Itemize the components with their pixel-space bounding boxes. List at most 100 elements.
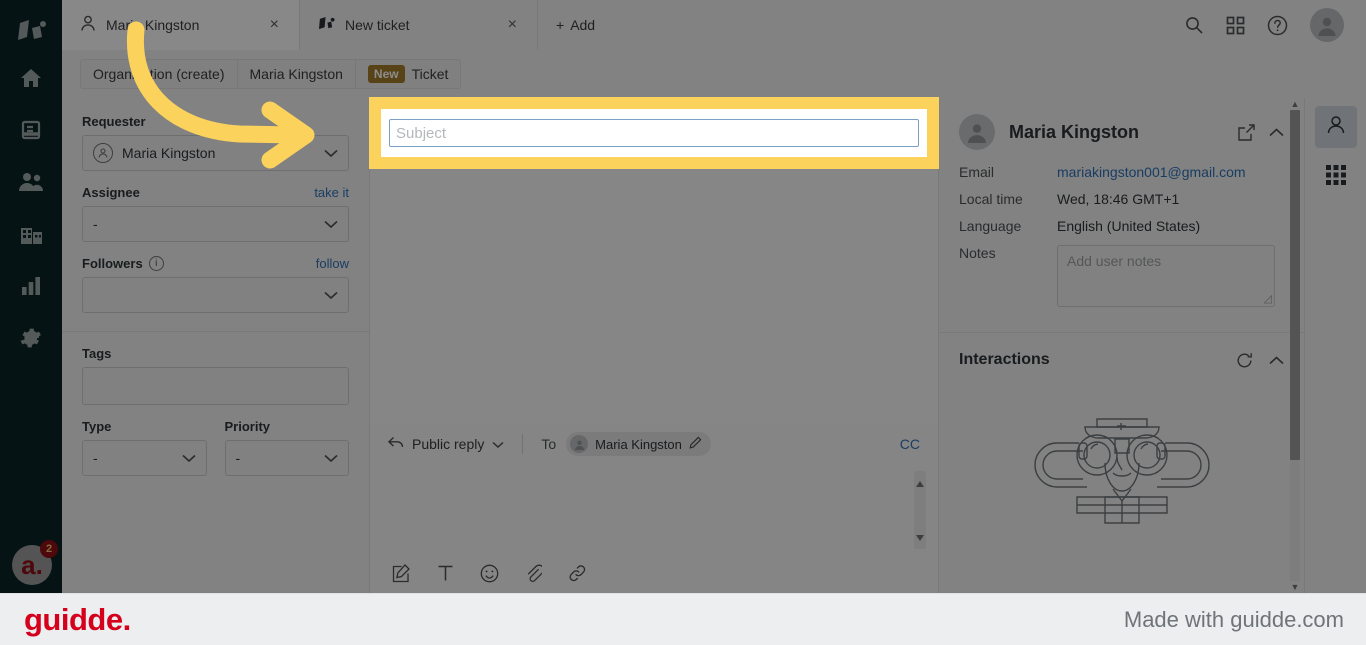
zammad-logo-icon[interactable] <box>0 10 62 52</box>
breadcrumb-label: Ticket <box>411 66 449 82</box>
scrollbar-thumb[interactable] <box>1290 110 1300 460</box>
recipient-name: Maria Kingston <box>595 436 682 452</box>
close-icon[interactable]: × <box>266 15 283 35</box>
chevron-down-icon <box>181 450 196 466</box>
guidde-logo: guidde. <box>24 601 131 637</box>
search-icon[interactable] <box>1184 15 1204 35</box>
breadcrumb-item-customer[interactable]: Maria Kingston <box>238 60 356 88</box>
sidebar-tab-apps[interactable] <box>1315 156 1357 198</box>
attachment-icon[interactable] <box>525 564 542 583</box>
tags-input[interactable] <box>82 367 349 405</box>
help-icon[interactable] <box>1267 15 1288 36</box>
to-label: To <box>541 436 557 452</box>
recipient-chip[interactable]: Maria Kingston <box>566 432 711 456</box>
sidebar-item-settings[interactable] <box>0 312 62 364</box>
avatar-initial: a. <box>21 550 43 580</box>
breadcrumb-item-ticket[interactable]: New Ticket <box>356 60 461 88</box>
requester-select[interactable]: Maria Kingston <box>82 135 349 171</box>
close-icon[interactable]: × <box>504 15 521 35</box>
open-external-icon[interactable] <box>1238 123 1255 141</box>
cc-button[interactable]: CC <box>900 436 920 452</box>
scroll-down-icon[interactable] <box>916 528 924 546</box>
reply-type-select[interactable]: Public reply <box>387 436 504 452</box>
chevron-down-icon <box>324 216 338 232</box>
divider <box>522 434 524 454</box>
notification-badge: 2 <box>40 540 58 558</box>
field-header: Assignee take it <box>82 185 349 200</box>
breadcrumb-item-organization[interactable]: Organization (create) <box>81 60 238 88</box>
sidebar-item-organizations[interactable] <box>0 208 62 260</box>
zammad-app: a. 2 Maria Kingston × New ticket × + Add… <box>0 0 1366 593</box>
plus-icon: + <box>556 17 565 33</box>
subject-wrap <box>370 98 938 144</box>
sidebar-item-customers[interactable] <box>0 156 62 208</box>
composer-scrollbar[interactable] <box>914 471 926 549</box>
customer-name: Maria Kingston <box>1009 121 1140 142</box>
customer-header: Maria Kingston <box>959 114 1284 150</box>
signature-icon[interactable] <box>392 563 411 583</box>
scrollbar-track[interactable] <box>1290 110 1300 581</box>
sidebar-item-dashboard[interactable] <box>0 52 62 104</box>
customer-field-email: Email mariakingston001@gmail.com <box>959 164 1284 180</box>
followers-select[interactable] <box>82 277 349 313</box>
breadcrumb: Organization (create) Maria Kingston New… <box>62 50 1366 98</box>
interactions-title: Interactions <box>959 351 1050 368</box>
field-requester: Requester Maria Kingston <box>82 114 349 171</box>
edit-pencil-icon[interactable] <box>689 436 702 452</box>
sailor-binoculars-icon <box>1033 418 1210 524</box>
assignee-value: - <box>93 216 98 232</box>
take-it-link[interactable]: take it <box>314 185 349 200</box>
chevron-down-icon <box>324 450 338 466</box>
notes-placeholder: Add user notes <box>1067 253 1162 269</box>
breadcrumb-label: Organization (create) <box>93 66 225 82</box>
refresh-icon[interactable] <box>1236 352 1253 369</box>
field-value: English (United States) <box>1057 218 1201 234</box>
scroll-up-icon[interactable]: ▲ <box>1291 98 1300 110</box>
apps-grid-icon[interactable] <box>1226 16 1245 35</box>
field-value[interactable]: mariakingston001@gmail.com <box>1057 164 1246 180</box>
tab-label: Maria Kingston <box>106 17 200 33</box>
field-label: Tags <box>82 346 112 361</box>
subject-input[interactable] <box>392 116 916 144</box>
chevron-down-icon <box>324 145 338 161</box>
priority-value: - <box>235 450 241 466</box>
follow-link[interactable]: follow <box>316 256 349 271</box>
user-notes-textarea[interactable]: Add user notes ◿ <box>1057 245 1275 307</box>
article-area <box>370 170 938 423</box>
tab-new-ticket[interactable]: New ticket × <box>300 0 538 50</box>
breadcrumb-list: Organization (create) Maria Kingston New… <box>80 59 462 89</box>
sidebar-item-reporting[interactable] <box>0 260 62 312</box>
scroll-up-icon[interactable] <box>916 474 924 492</box>
composer-header: Public reply To Maria Kingston CC <box>370 423 938 465</box>
avatar <box>570 435 589 453</box>
field-key: Local time <box>959 191 1023 207</box>
chevron-up-icon[interactable] <box>1269 127 1284 137</box>
composer-text-area[interactable] <box>370 465 938 553</box>
info-icon[interactable]: i <box>148 256 164 271</box>
person-icon <box>80 15 96 35</box>
sidebar-tab-customer[interactable] <box>1314 106 1357 148</box>
primary-navigation-rail: a. 2 <box>0 0 62 593</box>
text-format-icon[interactable] <box>437 564 454 582</box>
add-tab-button[interactable]: + Add <box>538 0 613 50</box>
avatar[interactable] <box>1310 8 1344 42</box>
field-label: Followers i <box>82 256 164 271</box>
resize-grip-icon[interactable]: ◿ <box>1264 292 1272 305</box>
type-select[interactable]: - <box>82 440 207 476</box>
sidebar-item-overviews[interactable] <box>0 104 62 156</box>
assignee-select[interactable]: - <box>82 206 349 242</box>
sidebar-scrollbar[interactable]: ▲ ▼ <box>1288 98 1302 593</box>
priority-select[interactable]: - <box>224 440 349 476</box>
type-priority-row: Type - Priority - <box>82 419 349 476</box>
scroll-down-icon[interactable]: ▼ <box>1291 581 1300 593</box>
customer-icon <box>1325 114 1347 141</box>
ticket-logo-icon <box>318 16 335 35</box>
field-key: Notes <box>959 245 996 261</box>
tab-maria-kingston[interactable]: Maria Kingston × <box>62 0 300 50</box>
link-icon[interactable] <box>568 564 587 583</box>
customer-sidebar: Maria Kingston Email mariakingston001@gm… <box>938 98 1304 593</box>
emoji-icon[interactable] <box>480 564 499 583</box>
current-user-avatar[interactable]: a. 2 <box>12 540 58 585</box>
chevron-up-icon[interactable] <box>1269 355 1284 365</box>
screen: a. 2 Maria Kingston × New ticket × + Add… <box>0 0 1366 645</box>
